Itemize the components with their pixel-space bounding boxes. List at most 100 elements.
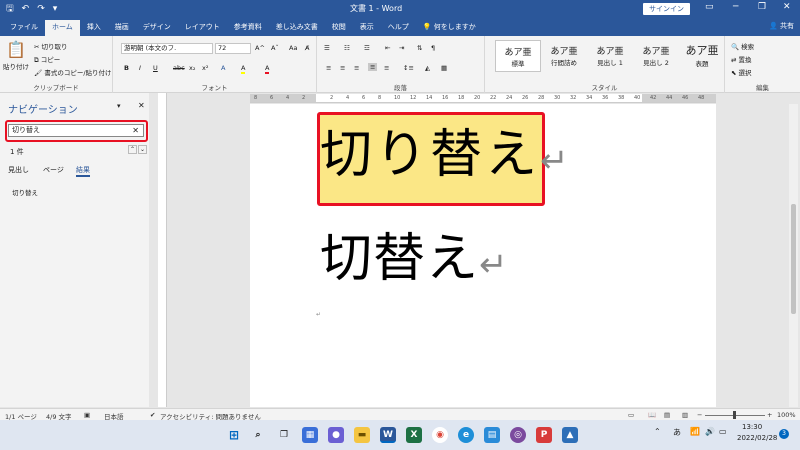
scroll-thumb[interactable] — [791, 204, 796, 314]
focus-mode-icon[interactable]: ▭ — [628, 411, 634, 419]
highlight-button[interactable]: A — [241, 64, 246, 74]
tab-pages[interactable]: ページ — [43, 165, 64, 175]
tab-mailings[interactable]: 差し込み文書 — [269, 20, 325, 36]
chrome-icon[interactable]: ◉ — [432, 427, 448, 443]
task-view-icon[interactable]: ❐ — [276, 427, 292, 443]
proofing-icon[interactable]: ▣ — [84, 411, 90, 419]
numbering-icon[interactable]: ☷ — [344, 44, 350, 52]
browser-icon[interactable]: ◎ — [510, 427, 526, 443]
tab-references[interactable]: 参考資料 — [227, 20, 269, 36]
tab-headings[interactable]: 見出し — [8, 165, 29, 175]
clock-date[interactable]: 2022/02/28 — [737, 434, 777, 442]
sort-icon[interactable]: ⇅ — [417, 44, 422, 52]
zoom-level[interactable]: 100% — [777, 411, 796, 419]
style-heading-1[interactable]: あア亜 見出し 1 — [587, 40, 633, 72]
tab-design[interactable]: デザイン — [136, 20, 178, 36]
read-mode-icon[interactable]: 📖 — [648, 411, 656, 419]
borders-icon[interactable]: ▦ — [441, 64, 447, 72]
restore-icon[interactable]: ❐ — [758, 2, 766, 12]
search-icon[interactable]: ⌕ — [250, 427, 266, 443]
tab-review[interactable]: 校閲 — [325, 20, 353, 36]
style-no-spacing[interactable]: あア亜 行間詰め — [541, 40, 587, 72]
zoom-thumb[interactable] — [733, 411, 736, 419]
bold-button[interactable]: B — [124, 64, 129, 72]
ribbon-display-options-icon[interactable]: ▭ — [705, 2, 714, 12]
tab-results[interactable]: 結果 — [76, 165, 90, 177]
justify-button[interactable]: ≡ — [368, 63, 378, 71]
multilevel-list-icon[interactable]: ☲ — [364, 44, 370, 52]
cut-button[interactable]: ✂ 切り取り — [34, 41, 68, 51]
decrease-indent-icon[interactable]: ⇤ — [385, 44, 390, 52]
show-marks-icon[interactable]: ¶ — [431, 44, 435, 52]
tab-home[interactable]: ホーム — [45, 20, 80, 36]
paste-icon[interactable]: 📋 — [6, 40, 26, 59]
photos-icon[interactable]: ▲ — [562, 427, 578, 443]
redo-icon[interactable]: ↷ — [37, 4, 45, 14]
share-button[interactable]: 👤 共有 — [769, 21, 794, 31]
start-icon[interactable]: ⊞ — [226, 427, 242, 443]
italic-button[interactable]: I — [139, 64, 141, 72]
search-result-item[interactable]: 切り替え — [12, 187, 38, 197]
clock-time[interactable]: 13:30 — [742, 423, 762, 431]
align-left-button[interactable]: ≡ — [326, 64, 331, 72]
customize-qat-icon[interactable]: ▾ — [53, 4, 58, 14]
subscript-button[interactable]: x₂ — [189, 64, 195, 72]
notification-badge[interactable]: 3 — [779, 429, 789, 439]
prev-result-icon[interactable]: ⌃ — [128, 145, 138, 154]
web-layout-icon[interactable]: ▥ — [682, 411, 688, 419]
strikethrough-button[interactable]: abc — [173, 64, 185, 72]
style-heading-2[interactable]: あア亜 見出し 2 — [633, 40, 679, 72]
clear-format-icon[interactable]: A̸ — [305, 44, 309, 52]
tab-view[interactable]: 表示 — [353, 20, 381, 36]
font-name-combo[interactable]: 游明朝 (本文のフ. — [121, 43, 213, 54]
ime-indicator[interactable]: あ — [673, 427, 681, 438]
select-button[interactable]: ⬉ 選択 — [731, 67, 752, 77]
style-normal[interactable]: あア亜 標準 — [495, 40, 541, 72]
excel-icon[interactable]: X — [406, 427, 422, 443]
save-icon[interactable]: 🖫 — [6, 1, 14, 17]
font-size-combo[interactable]: 72 — [215, 43, 251, 54]
increase-indent-icon[interactable]: ⇥ — [399, 44, 404, 52]
wifi-icon[interactable]: 📶 — [690, 427, 700, 436]
paste-button[interactable]: 貼り付け — [3, 61, 29, 71]
tray-chevron-icon[interactable]: ⌃ — [654, 427, 661, 436]
zoom-out-icon[interactable]: − — [697, 411, 702, 419]
close-icon[interactable]: ✕ — [783, 2, 791, 12]
shrink-font-icon[interactable]: Aˇ — [271, 44, 279, 52]
notepad-icon[interactable]: ▤ — [484, 427, 500, 443]
find-button[interactable]: 🔍 検索 — [731, 41, 754, 51]
minimize-icon[interactable]: ─ — [733, 2, 738, 12]
pane-close-icon[interactable]: ✕ — [138, 101, 145, 110]
signin-button[interactable]: サインイン — [643, 3, 690, 15]
edge-icon[interactable]: e — [458, 427, 474, 443]
replace-button[interactable]: ⇄ 置換 — [731, 54, 752, 64]
change-case-icon[interactable]: Aa — [289, 44, 297, 52]
file-explorer-icon[interactable]: ▬ — [354, 427, 370, 443]
shading-icon[interactable]: ◭ — [425, 64, 430, 72]
superscript-button[interactable]: x² — [202, 64, 208, 72]
distribute-button[interactable]: ≡ — [384, 64, 389, 72]
tab-file[interactable]: ファイル — [3, 20, 45, 36]
print-layout-icon[interactable]: ▤ — [664, 411, 670, 419]
tab-insert[interactable]: 挿入 — [80, 20, 108, 36]
document-page[interactable]: 切り替え↵ 切替え↵ ↵ — [250, 104, 716, 407]
tab-layout[interactable]: レイアウト — [178, 20, 227, 36]
align-center-button[interactable]: ≡ — [340, 64, 345, 72]
tell-me-search[interactable]: 💡 何をしますか — [416, 20, 483, 36]
copy-button[interactable]: ⧉ コピー — [34, 54, 60, 65]
text-effects-button[interactable]: A — [221, 64, 225, 72]
format-painter-button[interactable]: 🖌 書式のコピー/貼り付け — [34, 67, 112, 77]
next-result-icon[interactable]: ⌄ — [138, 145, 148, 154]
zoom-in-icon[interactable]: + — [767, 411, 772, 419]
tab-draw[interactable]: 描画 — [108, 20, 136, 36]
style-title[interactable]: あア亜 表題 — [679, 40, 725, 72]
underline-button[interactable]: U — [153, 64, 158, 72]
undo-icon[interactable]: ↶ — [22, 4, 30, 14]
pane-options-icon[interactable]: ▾ — [117, 102, 121, 110]
tab-help[interactable]: ヘルプ — [381, 20, 416, 36]
chat-icon[interactable]: ● — [328, 427, 344, 443]
bullets-icon[interactable]: ☰ — [324, 44, 330, 52]
grow-font-icon[interactable]: A^ — [255, 44, 265, 52]
pdf-icon[interactable]: P — [536, 427, 552, 443]
font-color-button[interactable]: A — [265, 64, 270, 74]
